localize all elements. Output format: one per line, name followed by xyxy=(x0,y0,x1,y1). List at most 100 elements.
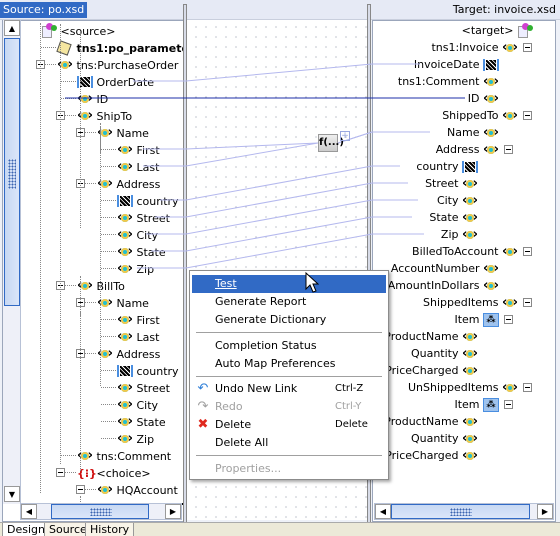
collapse-toggle-icon[interactable] xyxy=(523,298,532,307)
target-tree-node[interactable]: State › xyxy=(429,209,478,226)
target-horizontal-scrollbar[interactable]: ◀ ▶ xyxy=(374,503,554,520)
source-tree-node[interactable]: › HQAccount xyxy=(97,481,178,498)
target-tree-node[interactable]: Quantity › xyxy=(411,430,478,447)
target-tree-node[interactable]: ProductName › xyxy=(384,413,478,430)
menu-item-delete[interactable]: ✖ Delete Delete xyxy=(192,416,386,434)
collapse-toggle-icon[interactable] xyxy=(504,315,513,324)
target-tree-node[interactable]: AmountInDollars › xyxy=(388,277,499,294)
collapse-toggle-icon[interactable] xyxy=(523,43,532,52)
left-splitter[interactable] xyxy=(183,4,187,536)
target-tree-node[interactable]: Street › xyxy=(425,175,478,192)
shortcut-label: Ctrl-Z xyxy=(335,383,364,394)
source-tree-node[interactable]: › Address xyxy=(97,175,160,192)
menu-item-generate-dictionary[interactable]: Generate Dictionary xyxy=(192,311,386,329)
target-tree-node[interactable]: ShippedItems › xyxy=(423,294,518,311)
scroll-up-button[interactable]: ▲ xyxy=(4,20,20,36)
source-tree-node[interactable]: › State xyxy=(117,243,166,260)
menu-item-auto-map-preferences[interactable]: Auto Map Preferences xyxy=(192,355,386,373)
target-tree-node[interactable]: Item ⁂ xyxy=(454,311,499,328)
source-panel: <source> tns1:po_parameter1› tns:Purchas… xyxy=(2,20,184,522)
menu-item-generate-report[interactable]: Generate Report xyxy=(192,293,386,311)
target-tree-node[interactable]: <target> xyxy=(462,22,533,39)
target-tree-node[interactable]: AccountNumber › xyxy=(391,260,499,277)
source-tree-node[interactable]: › Last xyxy=(117,158,159,175)
collapse-toggle-icon[interactable] xyxy=(523,247,532,256)
expand-function-icon[interactable]: + xyxy=(340,131,350,141)
target-tree-node[interactable]: ID › xyxy=(468,90,499,107)
tree-connector xyxy=(101,234,116,235)
target-tree-node[interactable]: Item ⁂ xyxy=(454,396,499,413)
target-tree-node[interactable]: ShippedTo › xyxy=(442,107,518,124)
collapse-toggle-icon[interactable] xyxy=(504,400,513,409)
menu-item-completion-status[interactable]: Completion Status xyxy=(192,337,386,355)
target-tree-node[interactable]: InvoiceDate xyxy=(414,56,499,73)
scroll-right-button[interactable]: ▶ xyxy=(537,504,553,519)
source-tree-node[interactable]: › First xyxy=(117,141,160,158)
target-title: Target: invoice.xsd xyxy=(452,3,556,16)
source-tree-node[interactable]: <source> xyxy=(41,22,115,39)
source-horizontal-scrollbar[interactable]: ◀ ▶ xyxy=(20,503,182,520)
target-tree-node[interactable]: tns1:Invoice › xyxy=(431,39,518,56)
target-tree-node[interactable]: Quantity › xyxy=(411,345,478,362)
scroll-left-button[interactable]: ◀ xyxy=(375,504,391,519)
source-vertical-scrollbar[interactable]: ▲ ▼ xyxy=(3,20,21,504)
menu-item-test[interactable]: Test xyxy=(192,275,386,293)
tree-connector xyxy=(101,336,116,337)
source-tree-node[interactable]: › ID xyxy=(77,90,108,107)
menu-item-undo-new-link[interactable]: ↶ Undo New Link Ctrl-Z xyxy=(192,380,386,398)
scroll-thumb[interactable] xyxy=(391,504,530,519)
source-tree-node[interactable]: › State xyxy=(117,413,166,430)
source-tree-node[interactable]: › Address xyxy=(97,345,160,362)
source-tree-node[interactable]: › Zip xyxy=(117,430,154,447)
collapse-toggle-icon[interactable] xyxy=(523,383,532,392)
tab-history[interactable]: History xyxy=(85,523,135,536)
source-tree-node[interactable]: › Street xyxy=(117,209,170,226)
mouse-pointer-icon xyxy=(305,272,319,293)
scroll-right-button[interactable]: ▶ xyxy=(165,504,181,519)
tree-connector xyxy=(60,24,61,464)
target-tree-node[interactable]: Zip › xyxy=(441,226,478,243)
source-tree-node[interactable]: › Name xyxy=(97,124,149,141)
element-icon: › xyxy=(462,447,478,464)
source-tree-node[interactable]: › Last xyxy=(117,328,159,345)
source-tree-node[interactable]: › ShipTo xyxy=(77,107,132,124)
collapse-toggle-icon[interactable] xyxy=(504,145,513,154)
collapse-toggle-icon[interactable] xyxy=(56,468,65,477)
tab-design[interactable]: Design xyxy=(2,523,50,536)
target-tree-node[interactable]: PriceCharged › xyxy=(385,362,478,379)
source-tree-node[interactable]: country xyxy=(117,192,179,209)
source-tree-node[interactable]: › City xyxy=(117,396,158,413)
target-tree-node[interactable]: Address › xyxy=(436,141,499,158)
collapse-toggle-icon[interactable] xyxy=(76,485,85,494)
target-tree-node[interactable]: country xyxy=(416,158,478,175)
menu-item-delete-all[interactable]: Delete All xyxy=(192,434,386,452)
target-tree[interactable]: <target> tns1:Invoice ›InvoiceDate tns1:… xyxy=(373,21,555,505)
scroll-thumb[interactable] xyxy=(4,38,20,306)
target-tree-node[interactable]: BilledToAccount › xyxy=(412,243,518,260)
source-tree-node[interactable]: › City xyxy=(117,226,158,243)
target-tree-node[interactable]: PriceCharged › xyxy=(385,447,478,464)
target-tree-node[interactable]: City › xyxy=(437,192,478,209)
tree-connector xyxy=(61,455,76,456)
collapse-toggle-icon[interactable] xyxy=(523,111,532,120)
source-tree-node[interactable]: {⁝} <choice> xyxy=(77,464,151,481)
target-tree-node[interactable]: ProductName › xyxy=(384,328,478,345)
function-node[interactable]: f(...) xyxy=(318,134,344,152)
source-tree-node[interactable]: tns1:po_parameter1 xyxy=(56,39,183,56)
source-tree-node[interactable]: › Street xyxy=(117,379,170,396)
source-tree-node[interactable]: OrderDate xyxy=(77,73,154,90)
target-tree-node[interactable]: Name › xyxy=(447,124,499,141)
source-tree-node[interactable]: country xyxy=(117,362,179,379)
source-tree-node[interactable]: › Name xyxy=(97,294,149,311)
scroll-down-button[interactable]: ▼ xyxy=(4,486,20,502)
node-label: Quantity xyxy=(410,432,459,445)
source-tree-node[interactable]: › tns:Comment xyxy=(77,447,171,464)
source-tree[interactable]: <source> tns1:po_parameter1› tns:Purchas… xyxy=(25,21,183,505)
source-tree-node[interactable]: › Zip xyxy=(117,260,154,277)
source-tree-node[interactable]: › tns:PurchaseOrder xyxy=(57,56,178,73)
target-tree-node[interactable]: UnShippedItems › xyxy=(408,379,518,396)
source-tree-node[interactable]: › First xyxy=(117,311,160,328)
target-tree-node[interactable]: tns1:Comment › xyxy=(398,73,499,90)
scroll-thumb[interactable] xyxy=(51,504,149,519)
scroll-left-button[interactable]: ◀ xyxy=(21,504,37,519)
